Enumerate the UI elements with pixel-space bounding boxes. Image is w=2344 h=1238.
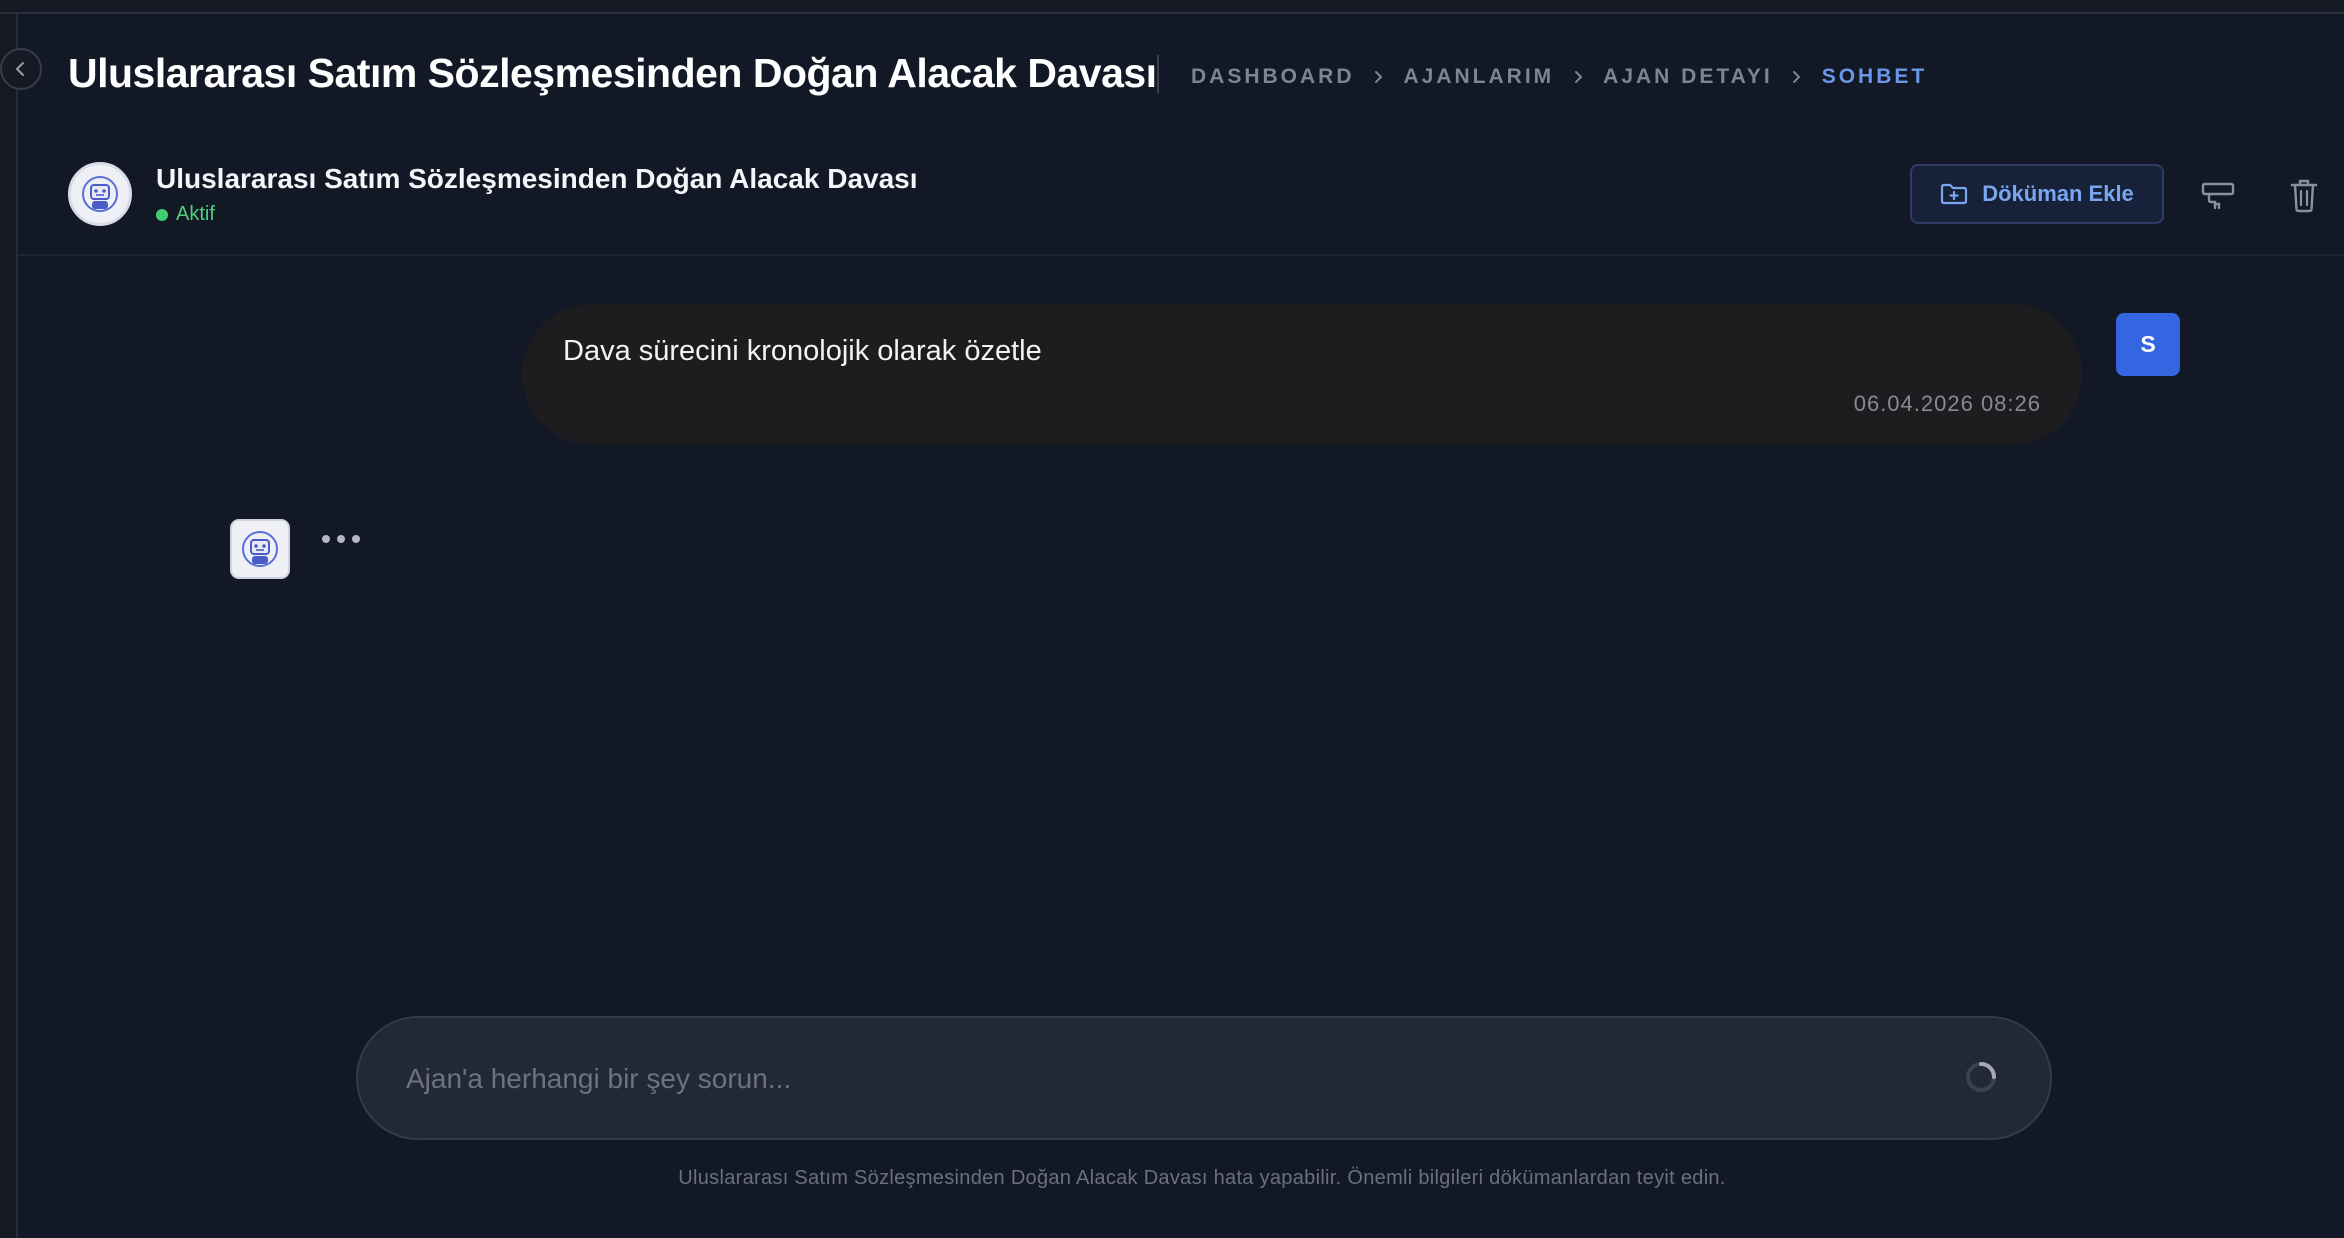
breadcrumb-dashboard[interactable]: DASHBOARD [1191, 65, 1355, 89]
title-divider [1157, 55, 1159, 93]
trash-icon [2290, 179, 2318, 213]
add-document-button[interactable]: Döküman Ekle [1910, 164, 2164, 224]
app-window: Uluslararası Satım Sözleşmesinden Doğan … [0, 0, 2344, 1238]
chat-input[interactable] [406, 1048, 1906, 1110]
page-title: Uluslararası Satım Sözleşmesinden Doğan … [68, 50, 1157, 96]
sidebar-collapsed [0, 14, 18, 1238]
sidebar-toggle-button[interactable] [0, 48, 42, 90]
folder-plus-icon [1941, 183, 1968, 205]
breadcrumb: DASHBOARD AJANLARIM AJAN DETAYI SOHBET [1191, 62, 1927, 92]
chat-composer [356, 1016, 2052, 1140]
user-message-bubble: Dava sürecini kronolojik olarak özetle 0… [522, 304, 2082, 445]
chevron-right-icon [1554, 70, 1603, 84]
add-document-label: Döküman Ekle [1982, 181, 2134, 206]
robot-icon [82, 176, 118, 212]
status-dot [156, 208, 168, 221]
delete-button[interactable] [2282, 173, 2326, 217]
status-label: Aktif [176, 203, 215, 225]
eraser-icon [2201, 182, 2235, 210]
agent-header: Uluslararası Satım Sözleşmesinden Doğan … [18, 145, 2344, 256]
message-timestamp: 06.04.2026 08:26 [1853, 391, 2041, 416]
chevron-right-icon [1773, 70, 1822, 84]
user-avatar: S [2116, 313, 2180, 376]
robot-icon [242, 531, 278, 567]
status-badge: Aktif [156, 203, 215, 226]
typing-indicator [322, 535, 360, 543]
breadcrumb-ajanlarim[interactable]: AJANLARIM [1404, 65, 1555, 89]
user-message-text: Dava sürecini kronolojik olarak özetle [563, 335, 1042, 367]
chevron-right-icon [1355, 70, 1404, 84]
breadcrumb-sohbet: SOHBET [1821, 65, 1928, 88]
agent-avatar [68, 162, 132, 226]
bot-avatar [230, 519, 290, 579]
loading-spinner-icon [1964, 1060, 1998, 1094]
agent-name: Uluslararası Satım Sözleşmesinden Doğan … [156, 163, 918, 194]
clear-chat-button[interactable] [2196, 173, 2240, 217]
disclaimer-text: Uluslararası Satım Sözleşmesinden Doğan … [678, 1167, 1726, 1189]
top-bar [0, 0, 2344, 14]
chevron-left-icon [16, 62, 24, 76]
breadcrumb-ajan-detayi[interactable]: AJAN DETAYI [1603, 65, 1773, 89]
